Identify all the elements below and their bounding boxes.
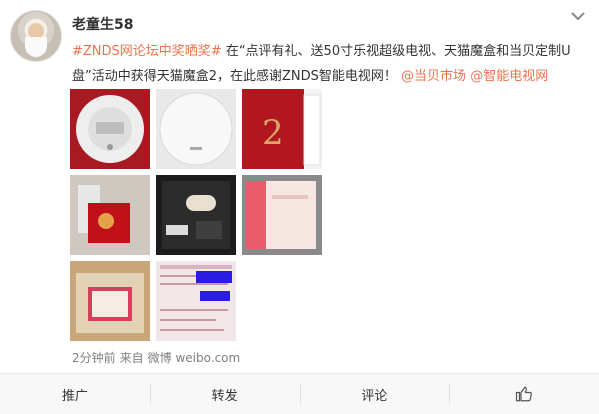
post-time[interactable]: 2分钟前 <box>72 351 116 365</box>
repost-button[interactable]: 转发 <box>149 374 300 414</box>
photo-receipt[interactable] <box>156 261 236 341</box>
weibo-post-card: 老童生58 #ZNDS网论坛中奖晒奖# 在“点评有礼、送50寸乐视超级电视、天猫… <box>0 0 599 414</box>
svg-text:2: 2 <box>262 113 284 153</box>
chevron-down-icon[interactable] <box>568 8 588 24</box>
photo-red-package[interactable]: 2 <box>242 89 322 169</box>
share-button[interactable]: 推广 <box>0 374 150 414</box>
post-text: #ZNDS网论坛中奖晒奖# 在“点评有礼、送50寸乐视超级电视、天猫魔盒和当贝定… <box>72 39 587 89</box>
photo-box-bottom[interactable] <box>70 89 150 169</box>
post-meta: 2分钟前 来自 微博 weibo.com <box>72 349 244 366</box>
like-button[interactable] <box>449 374 599 414</box>
action-bar: 推广 转发 评论 <box>0 374 599 414</box>
topic-link[interactable]: #ZNDS网论坛中奖晒奖# <box>72 44 222 59</box>
avatar-beard <box>25 37 47 57</box>
photo-shipping-box[interactable] <box>70 261 150 341</box>
photo-red-envelope[interactable] <box>70 175 150 255</box>
user-avatar[interactable] <box>10 10 62 62</box>
photo-box-top[interactable] <box>156 89 236 169</box>
post-source[interactable]: 微博 weibo.com <box>148 351 241 365</box>
mention-smart-tv-net[interactable]: @智能电视网 <box>470 69 548 84</box>
source-prefix: 来自 <box>119 351 144 365</box>
thumbs-up-icon <box>516 386 533 402</box>
comment-label: 评论 <box>361 388 388 404</box>
repost-label: 转发 <box>211 388 238 404</box>
photo-open-box[interactable] <box>156 175 236 255</box>
share-label: 推广 <box>61 388 88 404</box>
comment-button[interactable]: 评论 <box>299 374 450 414</box>
image-grid: 2 <box>70 89 322 343</box>
photo-pink-box[interactable] <box>242 175 322 255</box>
username[interactable]: 老童生58 <box>72 14 133 34</box>
mention-dangbei-market[interactable]: @当贝市场 <box>401 69 466 84</box>
